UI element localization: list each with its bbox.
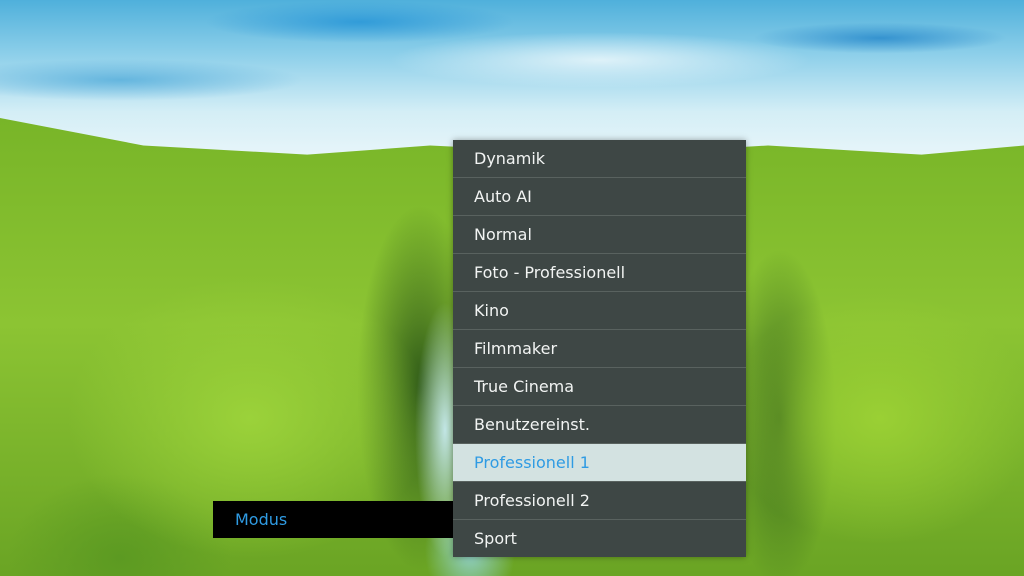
mode-option-professionell-2[interactable]: Professionell 2 [453,482,746,520]
picture-mode-dropdown: Dynamik Auto AI Normal Foto - Profession… [453,140,746,557]
mode-option-filmmaker[interactable]: Filmmaker [453,330,746,368]
mode-option-auto-ai[interactable]: Auto AI [453,178,746,216]
mode-option-foto-professionell[interactable]: Foto - Professionell [453,254,746,292]
tv-screen: Modus Dynamik Auto AI Normal Foto - Prof… [0,0,1024,576]
mode-option-true-cinema[interactable]: True Cinema [453,368,746,406]
mode-option-benutzereinst[interactable]: Benutzereinst. [453,406,746,444]
mode-option-dynamik[interactable]: Dynamik [453,140,746,178]
mode-option-kino[interactable]: Kino [453,292,746,330]
mode-setting-label: Modus [235,510,288,529]
mode-option-sport[interactable]: Sport [453,520,746,557]
mode-option-professionell-1[interactable]: Professionell 1 [453,444,746,482]
mode-option-normal[interactable]: Normal [453,216,746,254]
mode-setting-row[interactable]: Modus [213,501,453,538]
background-sky-image [0,0,1024,160]
